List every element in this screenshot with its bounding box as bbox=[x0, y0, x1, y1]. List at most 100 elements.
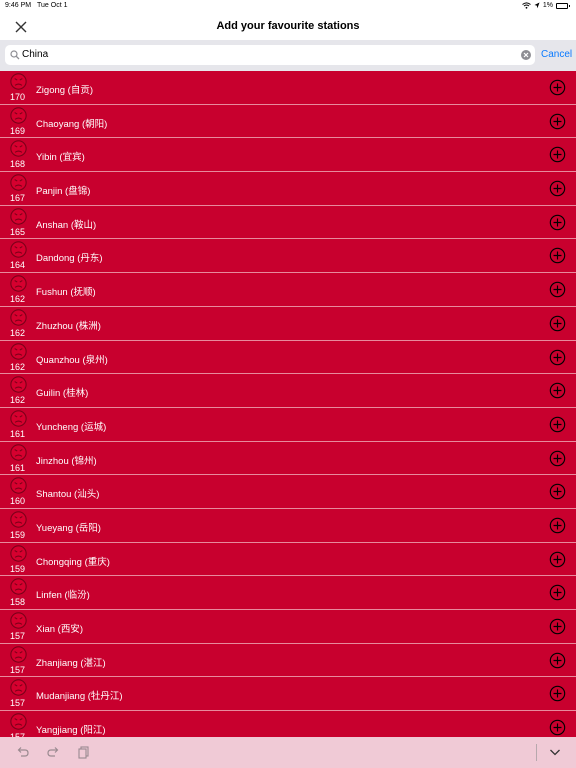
station-row[interactable]: 162 Fushun (抚顺) bbox=[0, 273, 576, 307]
station-name: Panjin (盘锦) bbox=[36, 186, 91, 198]
station-row[interactable]: 160 Shantou (汕头) bbox=[0, 475, 576, 509]
aqi-value: 165 bbox=[10, 226, 26, 237]
angry-face-icon bbox=[10, 578, 27, 596]
add-circle-icon[interactable] bbox=[549, 584, 566, 601]
angry-face-icon bbox=[10, 410, 27, 427]
station-name: Zhanjiang (湛江) bbox=[36, 657, 106, 669]
search-bar: China Cancel bbox=[0, 40, 576, 71]
station-row[interactable]: 161 Jinzhou (锦州) bbox=[0, 442, 576, 476]
add-circle-icon[interactable] bbox=[549, 652, 566, 669]
station-row[interactable]: 159 Chongqing (重庆) bbox=[0, 543, 576, 577]
angry-face-icon bbox=[10, 376, 27, 393]
angry-face-icon bbox=[10, 645, 27, 663]
station-row[interactable]: 159 Yueyang (岳阳) bbox=[0, 509, 576, 543]
aqi-value: 167 bbox=[10, 193, 26, 204]
toolbar-divider bbox=[536, 744, 537, 761]
add-circle-icon[interactable] bbox=[549, 450, 566, 467]
station-row[interactable]: 168 Yibin (宜宾) bbox=[0, 138, 576, 173]
add-circle-icon[interactable] bbox=[549, 315, 566, 332]
search-input[interactable]: China bbox=[5, 45, 535, 65]
angry-face-icon bbox=[10, 612, 27, 629]
status-date: Tue Oct 1 bbox=[37, 2, 68, 9]
station-name: Anshan (鞍山) bbox=[36, 219, 97, 231]
aqi-value: 157 bbox=[10, 664, 26, 675]
angry-face-icon bbox=[10, 443, 27, 461]
angry-face-icon bbox=[10, 106, 27, 124]
station-row[interactable]: 165 Anshan (鞍山) bbox=[0, 206, 576, 240]
add-circle-icon[interactable] bbox=[549, 719, 566, 736]
station-row[interactable]: 162 Quanzhou (泉州) bbox=[0, 341, 576, 375]
station-name: Quanzhou (泉州) bbox=[36, 354, 108, 366]
redo-icon[interactable] bbox=[46, 745, 60, 759]
status-bar: 9:46 PM Tue Oct 1 1% bbox=[0, 0, 576, 12]
angry-face-icon bbox=[10, 309, 27, 326]
search-query: China bbox=[22, 49, 49, 60]
angry-face-icon bbox=[10, 477, 27, 494]
station-row[interactable]: 161 Yuncheng (运城) bbox=[0, 408, 576, 442]
add-circle-icon[interactable] bbox=[549, 517, 566, 534]
station-row[interactable]: 167 Panjin (盘锦) bbox=[0, 172, 576, 206]
angry-face-icon bbox=[10, 73, 27, 90]
station-row[interactable]: 157 Xian (西安) bbox=[0, 610, 576, 644]
clipboard-icon[interactable] bbox=[77, 745, 91, 759]
cancel-button[interactable]: Cancel bbox=[541, 49, 572, 60]
aqi-value: 160 bbox=[10, 496, 26, 507]
station-row[interactable]: 164 Dandong (丹东) bbox=[0, 239, 576, 274]
aqi-value: 161 bbox=[10, 462, 26, 473]
angry-face-icon bbox=[10, 174, 27, 191]
aqi-value: 170 bbox=[10, 92, 26, 102]
add-circle-icon[interactable] bbox=[549, 349, 566, 366]
station-row[interactable]: 158 Linfen (临汾) bbox=[0, 576, 576, 610]
undo-icon[interactable] bbox=[16, 745, 30, 759]
battery-icon bbox=[556, 2, 570, 9]
status-time: 9:46 PM bbox=[5, 2, 32, 9]
station-name: Fushun (抚顺) bbox=[36, 287, 96, 299]
station-name: Shantou (汕头) bbox=[36, 489, 100, 501]
aqi-value: 169 bbox=[10, 125, 26, 136]
station-name: Mudanjiang (牡丹江) bbox=[36, 691, 123, 703]
navigation-bar: Add your favourite stations bbox=[0, 12, 576, 40]
station-row[interactable]: 169 Chaoyang (朝阳) bbox=[0, 105, 576, 139]
aqi-value: 164 bbox=[10, 260, 26, 271]
wifi-icon bbox=[522, 2, 531, 9]
add-circle-icon[interactable] bbox=[549, 382, 566, 399]
aqi-value: 157 bbox=[10, 631, 26, 641]
aqi-value: 158 bbox=[10, 597, 26, 608]
station-name: Zigong (自贡) bbox=[36, 85, 94, 96]
aqi-value: 159 bbox=[10, 563, 26, 574]
add-circle-icon[interactable] bbox=[549, 618, 566, 635]
angry-face-icon bbox=[10, 140, 27, 158]
station-list: 170 Zigong (自贡) 169 Chaoyang (朝阳) 168 Yi… bbox=[0, 71, 576, 737]
station-name: Yangjiang (阳江) bbox=[36, 725, 106, 737]
add-circle-icon[interactable] bbox=[549, 79, 566, 96]
add-circle-icon[interactable] bbox=[549, 247, 566, 264]
add-circle-icon[interactable] bbox=[549, 281, 566, 298]
add-circle-icon[interactable] bbox=[549, 416, 566, 433]
aqi-value: 162 bbox=[10, 294, 26, 305]
status-indicators: 1% bbox=[522, 2, 570, 9]
station-name: Jinzhou (锦州) bbox=[36, 455, 97, 467]
add-circle-icon[interactable] bbox=[549, 180, 566, 197]
add-circle-icon[interactable] bbox=[549, 214, 566, 231]
station-row[interactable]: 162 Zhuzhou (株洲) bbox=[0, 307, 576, 341]
aqi-value: 168 bbox=[10, 159, 26, 170]
add-circle-icon[interactable] bbox=[549, 551, 566, 568]
station-row[interactable]: 157 Yangjiang (阳江) bbox=[0, 711, 576, 737]
search-icon bbox=[10, 50, 20, 60]
chevron-down-icon[interactable] bbox=[548, 745, 562, 759]
add-circle-icon[interactable] bbox=[549, 685, 566, 702]
station-row[interactable]: 157 Mudanjiang (牡丹江) bbox=[0, 677, 576, 712]
clear-icon[interactable] bbox=[521, 50, 531, 60]
angry-face-icon bbox=[10, 342, 27, 360]
add-circle-icon[interactable] bbox=[549, 483, 566, 500]
station-row[interactable]: 157 Zhanjiang (湛江) bbox=[0, 644, 576, 678]
location-arrow-icon bbox=[534, 2, 540, 9]
add-circle-icon[interactable] bbox=[549, 146, 566, 163]
add-circle-icon[interactable] bbox=[549, 113, 566, 130]
station-name: Zhuzhou (株洲) bbox=[36, 320, 101, 332]
battery-percent: 1% bbox=[542, 2, 553, 9]
station-row[interactable]: 162 Guilin (桂林) bbox=[0, 374, 576, 408]
angry-face-icon bbox=[10, 241, 27, 259]
station-row[interactable]: 170 Zigong (自贡) bbox=[0, 71, 576, 105]
bottom-toolbar bbox=[0, 737, 576, 768]
